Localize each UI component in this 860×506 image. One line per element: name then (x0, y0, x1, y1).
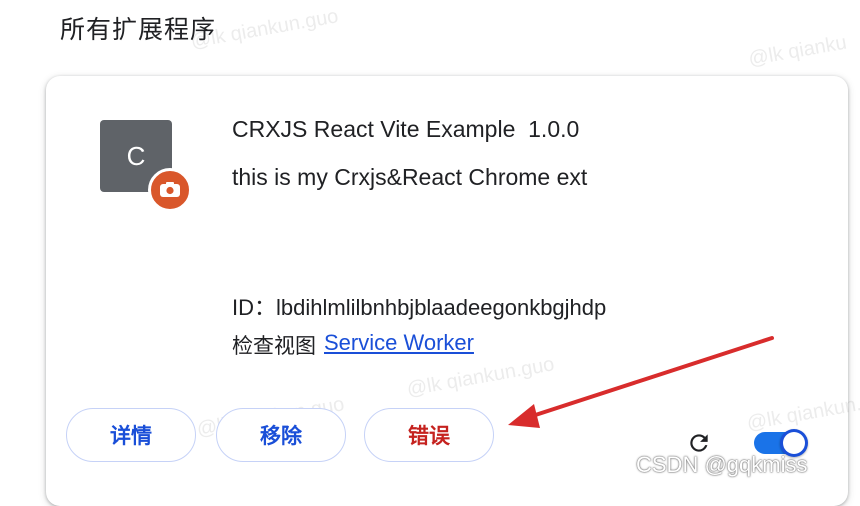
extension-icon-letter: C (126, 140, 146, 171)
annotation-arrow-icon (508, 336, 774, 428)
extension-name: CRXJS React Vite Example 1.0.0 (232, 116, 580, 142)
details-button[interactable]: 详情 (66, 408, 196, 462)
extension-id: ID：lbdihlmlilbnhbjblaadeegonkbgjhdp (232, 295, 607, 320)
credit-watermark: CSDN @gqkmiss (636, 452, 808, 477)
inspect-views: 检查视图 Service Worker (232, 330, 474, 360)
extension-description: this is my Crxjs&React Chrome ext (232, 164, 588, 190)
remove-button[interactable]: 移除 (216, 408, 346, 462)
watermark: @lk qianku (746, 31, 849, 71)
extension-card: @lk qiankun.guo @lk qiankun.guo C CRXJS … (46, 76, 848, 506)
section-title: 所有扩展程序 (60, 15, 217, 44)
errors-button[interactable]: 错误 (364, 408, 494, 462)
camera-badge-icon (148, 168, 192, 212)
service-worker-link[interactable]: Service Worker (324, 330, 474, 360)
inspect-views-label: 检查视图 (232, 334, 316, 358)
